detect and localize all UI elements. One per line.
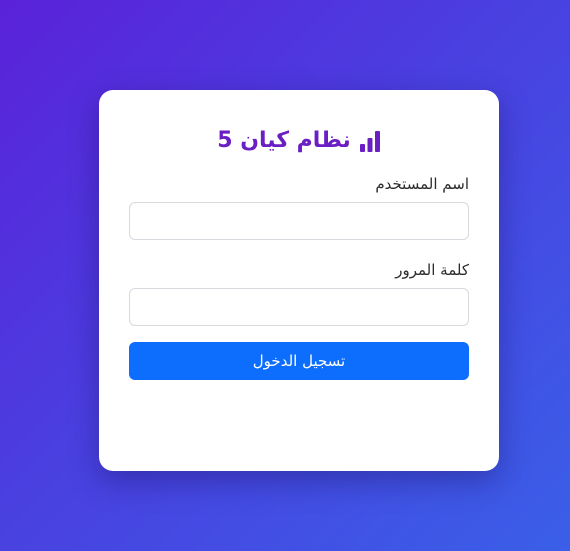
- username-input[interactable]: [129, 202, 469, 240]
- username-label: اسم المستخدم: [375, 175, 469, 193]
- login-card: نظام كيان 5 اسم المستخدم كلمة المرور تسج…: [99, 90, 499, 471]
- password-input[interactable]: [129, 288, 469, 326]
- login-button[interactable]: تسجيل الدخول: [129, 342, 469, 380]
- brand-header: نظام كيان 5: [129, 126, 469, 156]
- password-label: كلمة المرور: [395, 261, 469, 279]
- app-title: نظام كيان 5: [217, 128, 351, 153]
- bar-chart-icon: [359, 130, 381, 152]
